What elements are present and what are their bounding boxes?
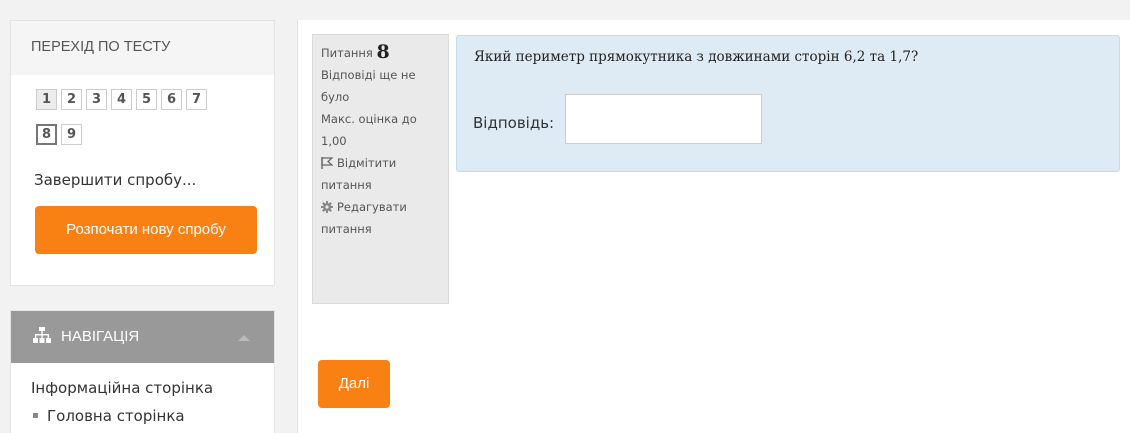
next-button[interactable]: Далі [318, 360, 390, 408]
collapse-caret-icon[interactable] [238, 335, 250, 341]
bullet-icon [33, 412, 38, 418]
main-region: Питання 8 Відповіді ще не було Макс. оці… [297, 20, 1130, 433]
navigation-title: НАВІГАЦІЯ [61, 328, 140, 345]
question-label: Питання [321, 46, 373, 60]
question-button-3[interactable]: 3 [86, 89, 107, 110]
question-info-panel: Питання 8 Відповіді ще не було Макс. оці… [312, 34, 449, 304]
question-status: Відповіді ще не було [321, 68, 416, 104]
sitemap-icon [33, 327, 51, 343]
question-button-5[interactable]: 5 [136, 89, 157, 110]
question-button-8[interactable]: 8 [36, 124, 57, 145]
navigation-header: НАВІГАЦІЯ [11, 311, 274, 363]
question-button-9[interactable]: 9 [61, 124, 82, 145]
question-button-4[interactable]: 4 [111, 89, 132, 110]
flag-question-link[interactable]: Відмітити питання [321, 152, 439, 196]
question-button-7[interactable]: 7 [186, 89, 207, 110]
answer-input[interactable] [565, 94, 762, 144]
nav-item-home-label: Головна сторінка [47, 407, 185, 425]
edit-question-label: Редагувати питання [321, 200, 407, 236]
question-number: Питання 8 [321, 41, 448, 64]
question-button-1[interactable]: 1 [36, 89, 57, 110]
gear-icon [321, 201, 333, 213]
quiz-navigation-title: ПЕРЕХІД ПО ТЕСТУ [11, 21, 274, 75]
start-new-attempt-button[interactable]: Розпочати нову спробу [35, 206, 257, 254]
question-max-grade: Макс. оцінка до 1,00 [321, 112, 417, 148]
edit-question-link[interactable]: Редагувати питання [321, 196, 439, 240]
question-button-2[interactable]: 2 [61, 89, 82, 110]
navigation-block: НАВІГАЦІЯ Інформаційна сторінка Головна … [10, 310, 275, 433]
question-number-value: 8 [376, 41, 390, 63]
question-formulation: Який периметр прямокутника з довжинами с… [456, 35, 1120, 172]
quiz-navigation-block: ПЕРЕХІД ПО ТЕСТУ 1 2 3 4 5 6 7 8 9 Завер… [10, 20, 275, 286]
question-button-6[interactable]: 6 [161, 89, 182, 110]
finish-attempt-link[interactable]: Завершити спробу... [34, 171, 196, 189]
answer-label: Відповідь: [473, 114, 555, 132]
question-text: Який периметр прямокутника з довжинами с… [474, 49, 919, 65]
nav-item-info-page[interactable]: Інформаційна сторінка [31, 379, 213, 397]
flag-icon [321, 157, 333, 169]
nav-item-home-page[interactable]: Головна сторінка [31, 407, 185, 425]
